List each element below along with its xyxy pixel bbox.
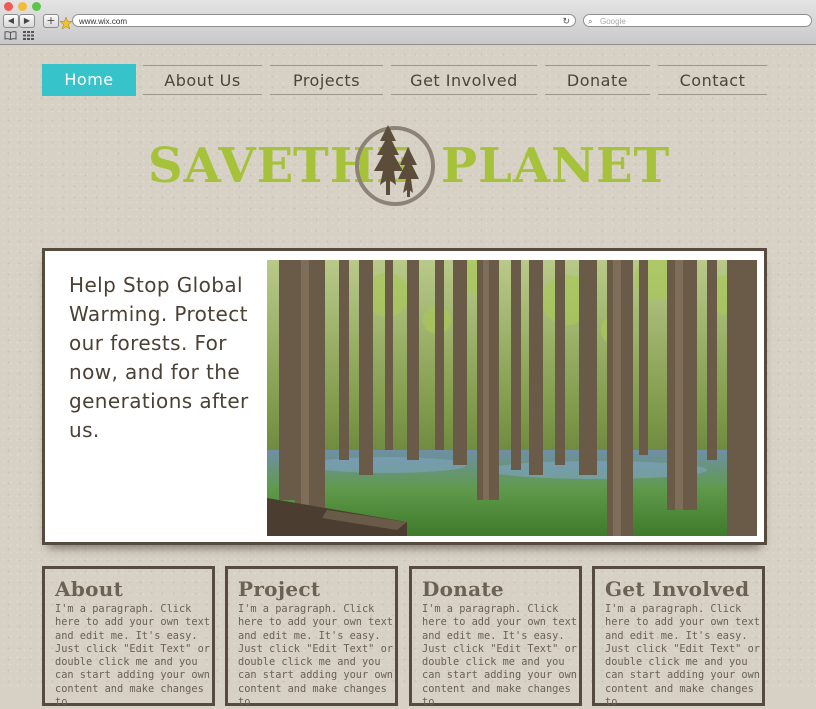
card-about: About I'm a paragraph. Click here to add… — [42, 566, 215, 709]
address-bar[interactable]: www.wix.com ↻ — [72, 14, 576, 27]
card-body[interactable]: I'm a paragraph. Click here to add your … — [605, 603, 763, 709]
back-arrow-icon: ◀ — [7, 16, 15, 25]
card-body[interactable]: I'm a paragraph. Click here to add your … — [55, 603, 213, 709]
card-get-involved: Get Involved I'm a paragraph. Click here… — [592, 566, 765, 709]
nav-home[interactable]: Home — [42, 64, 136, 96]
book-icon[interactable] — [4, 31, 17, 43]
card-donate: Donate I'm a paragraph. Click here to ad… — [409, 566, 582, 709]
search-icon: ⌕ — [588, 17, 593, 26]
favicon — [59, 14, 73, 30]
nav-get-involved[interactable]: Get Involved — [391, 65, 537, 95]
add-bookmark-button[interactable]: + — [43, 14, 59, 28]
forward-button[interactable]: ▶ — [19, 14, 35, 28]
site-logo[interactable]: SAVE THE PLANET — [148, 125, 669, 213]
hero-text: Help Stop Global Warming. Protect our fo… — [69, 273, 249, 442]
logo-word-planet: PLANET — [441, 138, 671, 194]
hero-panel: Help Stop Global Warming. Protect our fo… — [42, 248, 767, 545]
close-window-button[interactable] — [4, 2, 13, 11]
search-placeholder: Google — [600, 17, 626, 26]
minimize-window-button[interactable] — [18, 2, 27, 11]
reload-icon[interactable]: ↻ — [562, 15, 570, 28]
nav-contact[interactable]: Contact — [658, 65, 767, 95]
card-title: Donate — [422, 577, 504, 601]
grid-icon[interactable] — [23, 31, 34, 43]
search-field[interactable]: ⌕ Google — [583, 14, 812, 27]
card-body[interactable]: I'm a paragraph. Click here to add your … — [422, 603, 580, 709]
forest-photo — [267, 260, 757, 536]
zoom-window-button[interactable] — [32, 2, 41, 11]
card-body[interactable]: I'm a paragraph. Click here to add your … — [238, 603, 396, 709]
forward-arrow-icon: ▶ — [23, 16, 31, 25]
card-project: Project I'm a paragraph. Click here to a… — [225, 566, 398, 709]
nav-projects[interactable]: Projects — [270, 65, 383, 95]
card-title: About — [55, 577, 124, 601]
logo-word-save: SAVE — [148, 138, 295, 194]
back-button[interactable]: ◀ — [3, 14, 19, 28]
card-title: Get Involved — [605, 577, 750, 601]
browser-toolbar: ◀ ▶ + www.wix.com ↻ ⌕ Google — [0, 0, 816, 45]
plus-icon: + — [46, 14, 56, 27]
nav-about-us[interactable]: About Us — [143, 65, 262, 95]
pine-tree-icon — [355, 125, 435, 206]
card-title: Project — [238, 577, 321, 601]
url-text: www.wix.com — [79, 17, 128, 26]
wix-favicon-icon — [59, 16, 73, 30]
nav-donate[interactable]: Donate — [545, 65, 650, 95]
web-page: Home About Us Projects Get Involved Dona… — [0, 45, 816, 708]
